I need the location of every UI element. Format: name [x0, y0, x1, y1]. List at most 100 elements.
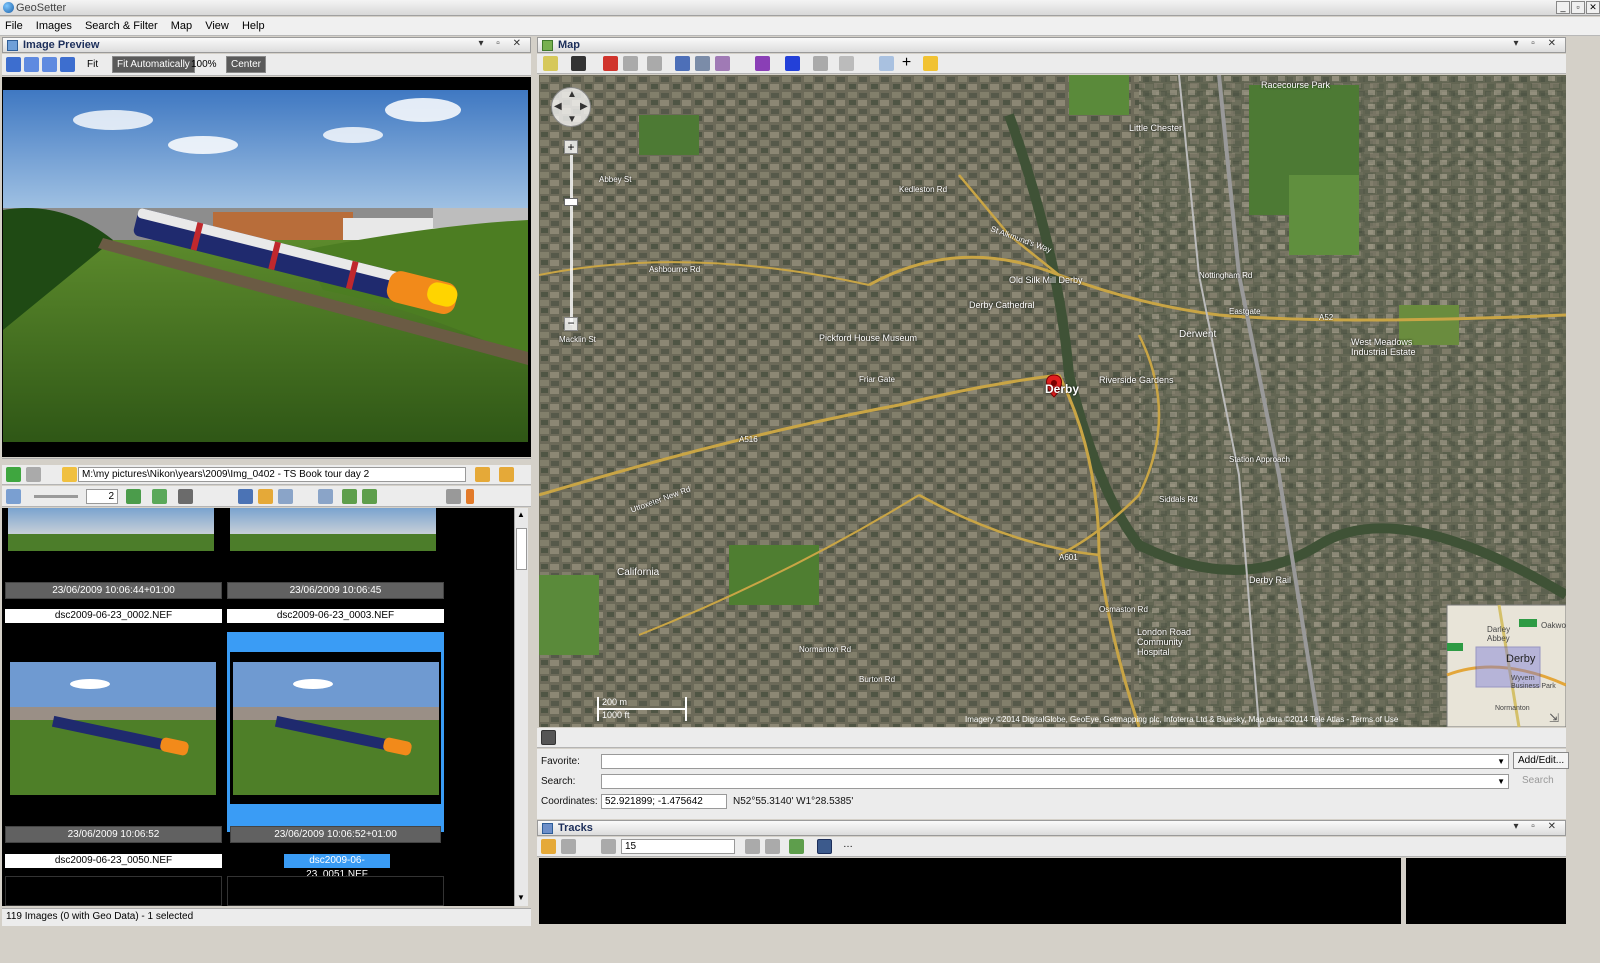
menu-view[interactable]: View: [200, 17, 234, 35]
thumbnail-image[interactable]: [233, 662, 439, 795]
track-direction-icon[interactable]: [785, 56, 800, 71]
map-sync-icon[interactable]: [238, 489, 253, 504]
map-type-icon[interactable]: [543, 56, 558, 71]
marker-tool-icon[interactable]: [623, 56, 638, 71]
scroll-down-icon[interactable]: ▼: [517, 893, 526, 902]
more-options-icon[interactable]: …: [843, 839, 858, 854]
map-attribution[interactable]: Imagery ©2014 DigitalGlobe, GeoEye, Getm…: [965, 715, 1445, 724]
folder-tool-icon[interactable]: [258, 489, 273, 504]
refresh-icon[interactable]: [126, 489, 141, 504]
panel-window-buttons[interactable]: ▾ ▫ ✕: [479, 38, 527, 49]
tracks-zoom-dropdown[interactable]: 15: [621, 839, 735, 854]
marker-tool-2-icon[interactable]: [647, 56, 662, 71]
thumbnail-filename[interactable]: dsc2009-06-23_0050.NEF: [5, 854, 222, 868]
thumbnail-image[interactable]: [8, 508, 214, 551]
overview-toggle-icon[interactable]: ⇲: [1549, 711, 1559, 725]
search-input[interactable]: ▼: [601, 774, 1509, 789]
first-image-icon[interactable]: [6, 57, 21, 72]
thumbnail-filename-selected[interactable]: dsc2009-06-23_0051.NEF: [284, 854, 390, 880]
thumbnail-cell[interactable]: [5, 876, 222, 906]
thumb-size-spinner[interactable]: 2: [86, 489, 118, 504]
crosshair-icon[interactable]: +: [899, 55, 914, 71]
coordinates-input[interactable]: 52.921899; -1.475642: [601, 794, 727, 809]
thumbnail-scrollbar[interactable]: ▲ ▼: [514, 508, 528, 906]
menu-help[interactable]: Help: [237, 17, 270, 35]
chevron-down-icon[interactable]: ▼: [1497, 755, 1505, 768]
save-track-icon[interactable]: [561, 839, 576, 854]
pan-up-icon[interactable]: ▲: [567, 89, 577, 100]
fit-dropdown[interactable]: Fit: [82, 56, 103, 73]
menu-map[interactable]: Map: [166, 17, 197, 35]
map-view[interactable]: Derby Little Chester Racecourse Park Der…: [539, 75, 1566, 727]
track-view-icon[interactable]: [817, 839, 832, 854]
filter-icon[interactable]: [178, 489, 193, 504]
paste-icon[interactable]: [318, 489, 333, 504]
panel-window-buttons[interactable]: ▾ ▫ ✕: [1514, 821, 1562, 832]
zoom-slider-track[interactable]: [570, 155, 573, 325]
chevron-down-icon[interactable]: ▼: [1497, 775, 1505, 788]
geotag-marker-icon[interactable]: [695, 56, 710, 71]
map-options-icon[interactable]: [879, 56, 894, 71]
minimize-icon[interactable]: _: [1556, 1, 1570, 14]
set-marker-icon[interactable]: [603, 56, 618, 71]
sync-icon[interactable]: [152, 489, 167, 504]
thumbnail-cell[interactable]: [227, 876, 444, 906]
forward-icon[interactable]: [26, 467, 41, 482]
track-delete-icon[interactable]: [765, 839, 780, 854]
thumbnail-image[interactable]: [10, 662, 216, 795]
favorite-dropdown[interactable]: ▼: [601, 754, 1509, 769]
folder-path-field[interactable]: M:\my pictures\Nikon\years\2009\Img_0402…: [78, 467, 466, 482]
open-track-icon[interactable]: [541, 839, 556, 854]
search-button[interactable]: Search: [1517, 772, 1559, 789]
track-edit-icon[interactable]: [745, 839, 760, 854]
map-layer-icon[interactable]: [571, 56, 586, 71]
tracks-list[interactable]: [539, 858, 1401, 924]
scroll-thumb[interactable]: [516, 528, 527, 570]
track-sync-icon[interactable]: [789, 839, 804, 854]
restore-icon[interactable]: ▫: [1571, 1, 1585, 14]
delete-icon[interactable]: [466, 489, 474, 504]
previous-image-icon[interactable]: [24, 57, 39, 72]
menu-file[interactable]: File: [0, 17, 28, 35]
pan-right-icon[interactable]: ▶: [580, 101, 588, 112]
add-edit-button[interactable]: Add/Edit...: [1513, 752, 1570, 769]
browse-folder-icon[interactable]: [499, 467, 514, 482]
zoom-in-icon[interactable]: +: [564, 140, 578, 154]
geotag-icon[interactable]: [362, 489, 377, 504]
favorite-star-icon[interactable]: [923, 56, 938, 71]
zoom-dropdown[interactable]: 100%: [186, 56, 222, 73]
view-mode-icon[interactable]: [6, 489, 21, 504]
menu-images[interactable]: Images: [31, 17, 77, 35]
center-button[interactable]: Center: [226, 56, 267, 73]
zoom-slider-handle[interactable]: [564, 198, 578, 206]
zoom-out-icon[interactable]: −: [564, 317, 578, 331]
pan-control[interactable]: ▲ ▼ ◀ ▶: [551, 87, 591, 127]
thumbnail-cell-selected[interactable]: [227, 632, 444, 832]
save-icon[interactable]: [446, 489, 461, 504]
thumbnail-filename[interactable]: dsc2009-06-23_0002.NEF: [5, 609, 222, 623]
thumbnail-cell[interactable]: [5, 632, 222, 832]
scroll-up-icon[interactable]: ▲: [517, 510, 526, 519]
edit-data-icon[interactable]: [342, 489, 357, 504]
thumbnail-image[interactable]: [230, 508, 436, 551]
last-image-icon[interactable]: [60, 57, 75, 72]
open-folder-icon[interactable]: [475, 467, 490, 482]
edit-pencil-icon[interactable]: [541, 730, 556, 745]
zoom-to-images-icon[interactable]: [675, 56, 690, 71]
thumb-size-slider[interactable]: [34, 495, 78, 498]
show-markers-icon[interactable]: [715, 56, 730, 71]
search-track-icon[interactable]: [601, 839, 616, 854]
back-icon[interactable]: [6, 467, 21, 482]
thumbnail-filename[interactable]: dsc2009-06-23_0003.NEF: [227, 609, 444, 623]
copy-icon[interactable]: [278, 489, 293, 504]
track-tool-icon[interactable]: [813, 56, 828, 71]
pan-down-icon[interactable]: ▼: [567, 114, 577, 125]
pan-left-icon[interactable]: ◀: [554, 101, 562, 112]
fit-automatically-button[interactable]: Fit Automatically: [112, 56, 195, 73]
track-color-icon[interactable]: [755, 56, 770, 71]
close-icon[interactable]: ✕: [1586, 1, 1600, 14]
measure-icon[interactable]: [839, 56, 854, 71]
panel-window-buttons[interactable]: ▾ ▫ ✕: [1514, 38, 1562, 49]
next-image-icon[interactable]: [42, 57, 57, 72]
menu-search-filter[interactable]: Search & Filter: [80, 17, 163, 35]
